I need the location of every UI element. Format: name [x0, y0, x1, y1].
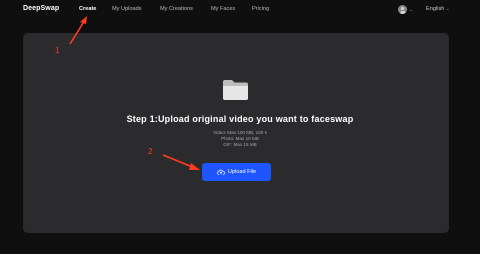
folder-icon	[223, 80, 248, 100]
deepswap-logo[interactable]: DeepSwap	[23, 5, 59, 12]
nav-item-my-uploads[interactable]: My Uploads	[112, 6, 142, 12]
cloud-upload-icon	[217, 169, 225, 175]
gif-limit-text: GIF: Max 15 MB	[223, 142, 257, 148]
nav-item-pricing[interactable]: Pricing	[252, 6, 269, 12]
nav-item-create[interactable]: Create	[79, 6, 96, 12]
language-selector[interactable]: English ⌄	[426, 6, 450, 12]
annotation-number-1: 1	[55, 46, 60, 55]
user-avatar-icon[interactable]	[398, 5, 407, 14]
annotation-number-2: 2	[148, 147, 153, 156]
upload-file-label: Upload File	[227, 169, 257, 175]
nav-item-my-faces[interactable]: My Faces	[211, 6, 235, 12]
chevron-down-icon[interactable]: ⌄	[409, 7, 413, 13]
nav-item-my-creations[interactable]: My Creations	[160, 6, 193, 12]
upload-step-title: Step 1:Upload original video you want to…	[126, 114, 354, 124]
upload-file-button[interactable]: Upload File	[202, 163, 271, 181]
top-navigation-bar: DeepSwap Create My Uploads My Creations …	[0, 0, 480, 20]
chevron-down-icon: ⌄	[445, 6, 450, 11]
file-limits: Video: Max 100 MB, 100 s Photo: Max 10 M…	[0, 130, 480, 149]
language-label: English	[426, 6, 445, 12]
